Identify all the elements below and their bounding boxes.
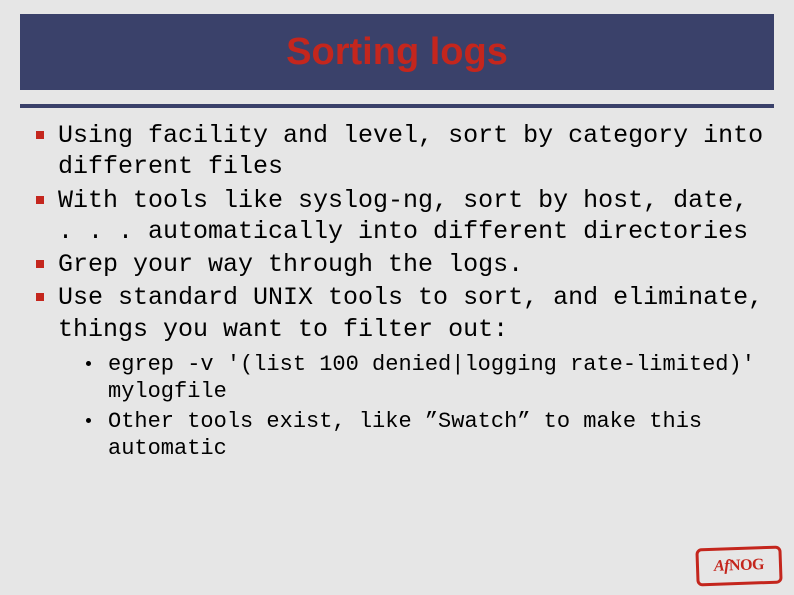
list-item: With tools like syslog-ng, sort by host,… [22,185,776,248]
list-item: Use standard UNIX tools to sort, and eli… [22,282,776,345]
title-rule [20,104,774,108]
main-bullet-list: Using facility and level, sort by catego… [22,120,776,345]
list-item: Other tools exist, like ”Swatch” to make… [78,408,776,463]
afnog-stamp: AfNOG [695,546,782,587]
slide-title: Sorting logs [286,31,508,74]
stamp-nog: NOG [729,556,765,574]
stamp-text: AfNOG [714,556,765,576]
stamp-af: Af [714,557,730,575]
list-item: egrep -v '(list 100 denied|logging rate-… [78,351,776,406]
list-item: Grep your way through the logs. [22,249,776,280]
sub-bullet-list: egrep -v '(list 100 denied|logging rate-… [78,351,776,463]
list-item: Using facility and level, sort by catego… [22,120,776,183]
title-band: Sorting logs [20,14,774,90]
content-area: Using facility and level, sort by catego… [22,120,776,465]
